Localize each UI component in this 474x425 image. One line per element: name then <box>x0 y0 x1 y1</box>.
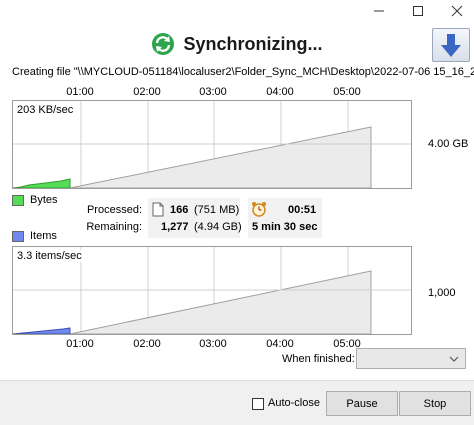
bytes-progress-area <box>13 178 71 188</box>
status-text: Creating file "\\MYCLOUD-051184\localuse… <box>12 66 474 78</box>
items-progress-area <box>13 327 71 334</box>
tick-label: 02:00 <box>133 86 161 98</box>
projected-area <box>69 270 372 334</box>
tick-label: 01:00 <box>66 338 94 350</box>
processed-count: 166 <box>170 204 189 216</box>
remaining-time: 5 min 30 sec <box>252 221 318 233</box>
header: Synchronizing... <box>0 30 474 58</box>
when-finished-select[interactable] <box>356 348 466 369</box>
tick-label: 02:00 <box>133 338 161 350</box>
when-finished-label: When finished: <box>282 353 355 365</box>
bytes-rate: 203 KB/sec <box>17 104 74 116</box>
items-rate: 3.3 items/sec <box>17 250 82 262</box>
items-scale: 1,000 <box>428 287 456 299</box>
sync-arrows-icon <box>152 33 175 55</box>
tick-label: 05:00 <box>333 86 361 98</box>
tick-label: 04:00 <box>266 86 294 98</box>
pause-button[interactable]: Pause <box>326 391 398 416</box>
tick-label: 01:00 <box>66 86 94 98</box>
elapsed-time: 00:51 <box>288 204 317 216</box>
stop-button[interactable]: Stop <box>399 391 471 416</box>
close-button[interactable] <box>434 0 474 22</box>
bytes-scale: 4.00 GB <box>428 138 469 150</box>
auto-close-checkbox[interactable] <box>252 398 264 410</box>
remaining-size: (4.94 GB) <box>194 221 242 233</box>
minimize-icon <box>374 10 384 12</box>
projected-area <box>69 126 372 188</box>
remaining-row: Remaining: 1,277 (4.94 GB) 5 min 30 sec <box>0 221 474 239</box>
close-icon <box>451 5 463 17</box>
processed-size: (751 MB) <box>194 204 240 216</box>
tick-label: 03:00 <box>199 86 227 98</box>
auto-close-label[interactable]: Auto-close <box>268 397 320 409</box>
processed-label: Processed: <box>86 204 142 216</box>
chevron-down-icon <box>449 356 459 362</box>
file-icon <box>152 202 164 217</box>
bytes-graph: 203 KB/sec <box>12 100 412 189</box>
tick-label: 04:00 <box>266 338 294 350</box>
tick-label: 03:00 <box>199 338 227 350</box>
collapse-button[interactable] <box>432 28 470 62</box>
remaining-label: Remaining: <box>86 221 142 233</box>
window-title: Synchronizing... <box>183 33 323 54</box>
time-ticks-top: 01:00 02:00 03:00 04:00 05:00 <box>12 86 412 100</box>
processed-row: Processed: 166 (751 MB) 00:51 <box>0 202 474 222</box>
alarm-clock-icon <box>252 202 266 217</box>
maximize-icon <box>413 6 423 16</box>
arrow-down-icon <box>441 34 461 57</box>
remaining-count: 1,277 <box>161 221 189 233</box>
time-ticks-bottom: 01:00 02:00 03:00 04:00 05:00 <box>12 338 412 352</box>
items-graph: 3.3 items/sec <box>12 246 412 335</box>
